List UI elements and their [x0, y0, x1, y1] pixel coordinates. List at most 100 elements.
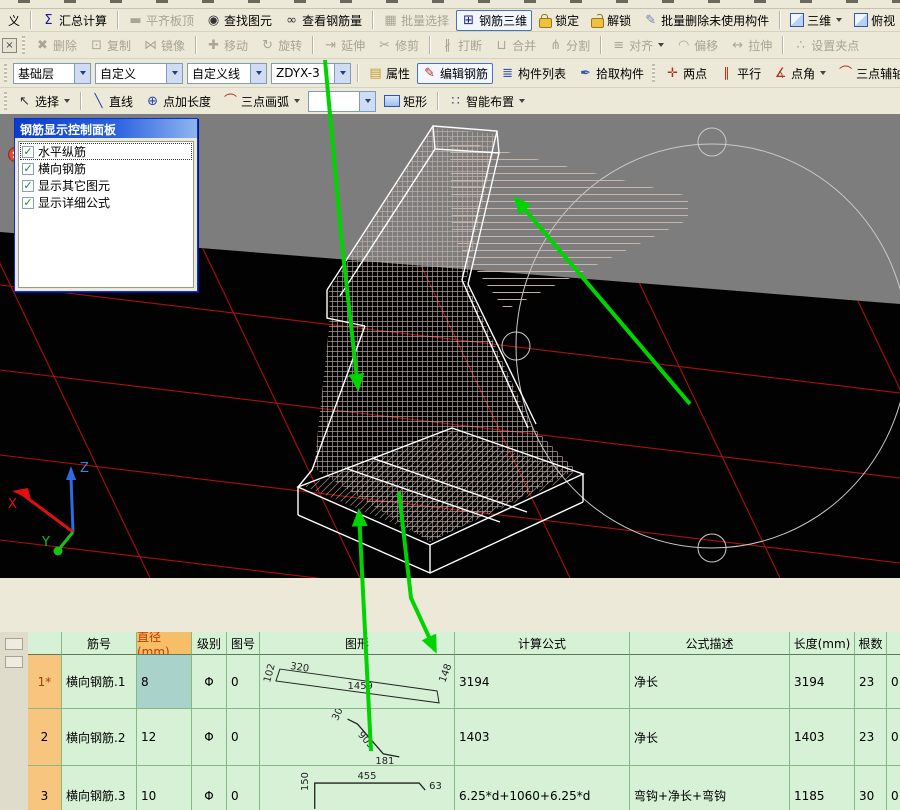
copy-button: ⊡复制	[84, 35, 136, 56]
cell-grade[interactable]: Φ	[192, 766, 227, 810]
cell-diameter-selected[interactable]: 8	[137, 655, 192, 709]
rectangle-button[interactable]: 矩形	[379, 91, 432, 112]
cell-length[interactable]: 3194	[790, 655, 855, 709]
unlock-button[interactable]: 解锁	[586, 10, 636, 31]
element-name-combo[interactable]: ZDYX-3	[271, 63, 351, 84]
chevron-down-icon[interactable]	[359, 92, 375, 111]
header-bar-id[interactable]: 筋号	[62, 632, 137, 655]
define-button[interactable]: 义	[3, 10, 25, 31]
cell-count[interactable]: 23	[855, 709, 887, 766]
line-button[interactable]: ╲直线	[86, 91, 138, 112]
toolbar-gripper[interactable]	[4, 92, 7, 110]
toolbar-separator	[80, 92, 81, 110]
cell-formula-desc[interactable]: 净长	[630, 655, 790, 709]
rebar-3d-button[interactable]: ⊞钢筋三维	[456, 10, 532, 31]
svg-text:1459: 1459	[348, 681, 373, 692]
cell-lap[interactable]: 0	[887, 655, 900, 709]
cell-diameter[interactable]: 10	[137, 766, 192, 810]
chevron-down-icon[interactable]	[250, 64, 266, 83]
cell-length[interactable]: 1185	[790, 766, 855, 810]
header-length[interactable]: 长度(mm)	[790, 632, 855, 655]
three-point-arc-button[interactable]: ⌒三点画弧	[218, 91, 305, 112]
toolbar-gripper[interactable]	[22, 36, 25, 54]
row-header[interactable]: 3	[28, 766, 62, 810]
pick-component-button[interactable]: ✒拾取构件	[573, 63, 649, 84]
chevron-down-icon[interactable]	[334, 64, 350, 83]
cell-bar-id[interactable]: 横向钢筋.2	[62, 709, 137, 766]
cell-fig-no[interactable]: 0	[227, 709, 260, 766]
component-list-button[interactable]: ≣构件列表	[495, 63, 571, 84]
smart-layout-button[interactable]: ∷智能布置	[443, 91, 530, 112]
find-element-button[interactable]: ◉查找图元	[201, 10, 277, 31]
cell-lap[interactable]: 0	[887, 766, 900, 810]
view-top-button[interactable]: 俯视	[849, 10, 900, 31]
cell-count[interactable]: 23	[855, 655, 887, 709]
checkbox-checked-icon[interactable]: ✓	[22, 180, 34, 192]
align-button-label: 对齐	[629, 37, 653, 54]
cell-shape-diagram[interactable]: 102 320 1459 148	[260, 655, 455, 709]
chevron-down-icon[interactable]	[74, 64, 90, 83]
cell-formula[interactable]: 3194	[455, 655, 630, 709]
cell-diameter[interactable]: 12	[137, 709, 192, 766]
viewport-3d[interactable]: X Y Z 钢筋显示控制面板 ✓水平纵筋✓横向钢筋✓显示其它图元✓显示详细公式	[0, 114, 900, 578]
cell-length[interactable]: 1403	[790, 709, 855, 766]
panel-titlebar[interactable]: 钢筋显示控制面板	[15, 119, 197, 138]
point-angle-axis-button[interactable]: ∡点角	[768, 63, 831, 84]
cell-formula-desc[interactable]: 净长	[630, 709, 790, 766]
category-combo[interactable]: 自定义	[95, 63, 183, 84]
batch-delete-unused-button[interactable]: ✎批量删除未使用构件	[638, 10, 774, 31]
display-option-1[interactable]: ✓水平纵筋	[20, 143, 192, 160]
header-shape[interactable]: 图形	[260, 632, 455, 655]
display-option-3[interactable]: ✓显示其它图元	[20, 177, 192, 194]
header-count[interactable]: 根数	[855, 632, 887, 655]
two-point-axis-button[interactable]: ✛两点	[660, 63, 712, 84]
checkbox-checked-icon[interactable]: ✓	[22, 197, 34, 209]
cell-grade[interactable]: Φ	[192, 655, 227, 709]
cell-fig-no[interactable]: 0	[227, 766, 260, 810]
cell-formula[interactable]: 6.25*d+1060+6.25*d	[455, 766, 630, 810]
parallel-axis-button[interactable]: ∥平行	[714, 63, 766, 84]
header-diameter[interactable]: 直径(mm)	[137, 632, 192, 655]
cell-shape-diagram[interactable]: 306 905 181	[260, 709, 455, 766]
cell-count[interactable]: 30	[855, 766, 887, 810]
properties-button[interactable]: ▤属性	[363, 63, 415, 84]
mirror-button-label: 镜像	[161, 37, 185, 54]
header-fig-no[interactable]: 图号	[227, 632, 260, 655]
cell-bar-id[interactable]: 横向钢筋.1	[62, 655, 137, 709]
chevron-down-icon[interactable]	[166, 64, 182, 83]
cell-fig-no[interactable]: 0	[227, 655, 260, 709]
lock-button[interactable]: 锁定	[534, 10, 584, 31]
copy-button-label: 复制	[107, 37, 131, 54]
floor-combo[interactable]: 基础层	[13, 63, 91, 84]
panel-close-button[interactable]: ×	[2, 38, 17, 53]
cell-lap[interactable]: 0	[887, 709, 900, 766]
cell-formula[interactable]: 1403	[455, 709, 630, 766]
header-formula[interactable]: 计算公式	[455, 632, 630, 655]
toolbar-gripper[interactable]	[652, 64, 655, 82]
header-grade[interactable]: 级别	[192, 632, 227, 655]
view-3d-button[interactable]: 三维	[785, 10, 847, 31]
row-header[interactable]: 2	[28, 709, 62, 766]
cell-bar-id[interactable]: 横向钢筋.3	[62, 766, 137, 810]
cell-shape-diagram[interactable]: 150 455 63	[260, 766, 455, 810]
checkbox-checked-icon[interactable]: ✓	[22, 163, 34, 175]
checkbox-checked-icon[interactable]: ✓	[22, 146, 34, 158]
select-button[interactable]: ↖选择	[12, 91, 75, 112]
edit-rebar-button[interactable]: ✎编辑钢筋	[417, 63, 493, 84]
toolbar-gripper[interactable]	[4, 64, 7, 82]
display-option-4[interactable]: ✓显示详细公式	[20, 194, 192, 211]
arc-mode-combo[interactable]	[308, 91, 376, 112]
view-rebar-qty-button[interactable]: ∞查看钢筋量	[279, 10, 367, 31]
three-point-aux-axis-button[interactable]: ⌒三点辅轴	[833, 63, 900, 84]
header-rownum[interactable]	[28, 632, 62, 655]
row-header[interactable]: 1*	[28, 655, 62, 709]
header-lap[interactable]: 搭	[887, 632, 900, 655]
cell-grade[interactable]: Φ	[192, 709, 227, 766]
cell-formula-desc[interactable]: 弯钩+净长+弯钩	[630, 766, 790, 810]
element-type-combo[interactable]: 自定义线	[187, 63, 267, 84]
point-plus-length-button[interactable]: ⊕点加长度	[140, 91, 216, 112]
header-formula-desc[interactable]: 公式描述	[630, 632, 790, 655]
split-button-label: 分割	[566, 37, 590, 54]
display-option-2[interactable]: ✓横向钢筋	[20, 160, 192, 177]
summary-calc-button[interactable]: Σ汇总计算	[36, 10, 112, 31]
